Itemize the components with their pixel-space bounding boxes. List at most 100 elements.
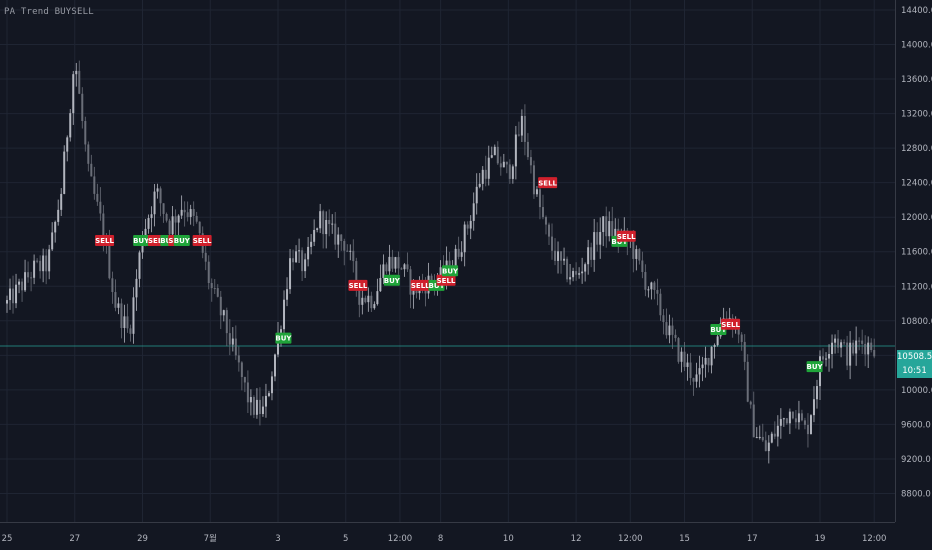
candle (162, 203, 165, 223)
candle (599, 217, 602, 259)
candle (78, 60, 81, 95)
candle (861, 329, 864, 354)
candle (36, 258, 39, 264)
candle (87, 141, 90, 172)
candle (554, 238, 557, 266)
candle (406, 252, 409, 273)
time-axis-labels[interactable]: 25 27 29 7월 3 5 12:00 8 10 12 12:00 15 17 19 12:00 (2, 533, 887, 544)
candle (758, 425, 761, 440)
price-tick-label: 10800.0 (901, 317, 932, 327)
sell-signal-label: SELL (410, 279, 430, 291)
candle (9, 278, 12, 310)
candle (54, 220, 57, 243)
candle (650, 281, 653, 300)
price-tick-label: 14400.0 (901, 6, 932, 16)
candle (800, 409, 803, 422)
candle (352, 239, 355, 273)
candle (484, 155, 487, 187)
candle (270, 371, 273, 401)
candle (785, 418, 788, 425)
candle (42, 248, 45, 283)
candle (222, 309, 225, 322)
candle (831, 334, 834, 369)
time-tick-label: 3 (275, 534, 280, 544)
candle (379, 264, 382, 292)
candle (267, 390, 270, 398)
sell-signal-label: SELL (95, 235, 114, 247)
candle (855, 326, 858, 366)
candle (286, 277, 289, 307)
candle (129, 324, 132, 342)
candle (15, 273, 18, 309)
candle (677, 336, 680, 364)
svg-text:SELL: SELL (411, 282, 430, 290)
candle (653, 280, 656, 300)
candle (505, 161, 508, 174)
candle (791, 411, 794, 420)
candle (806, 413, 809, 448)
candle (469, 215, 472, 240)
candle (584, 262, 587, 282)
sell-signal-label: SELL (721, 318, 740, 330)
candle (117, 297, 120, 315)
candle (292, 249, 295, 271)
sell-signal-label: SELL (616, 230, 636, 242)
candle (707, 357, 710, 373)
candle (174, 209, 177, 237)
candle (701, 356, 704, 382)
svg-text:BUY: BUY (384, 277, 401, 285)
price-chart[interactable]: SELL BUYSELL BUY SELLBUYSELLBUYSELLBUYSELLB… (0, 0, 932, 550)
candle (532, 160, 535, 199)
price-tick-label: 11600.0 (901, 248, 932, 258)
candle (529, 149, 532, 174)
candle (698, 355, 701, 388)
candle (593, 218, 596, 272)
candle (770, 431, 773, 444)
candle (391, 249, 394, 273)
candle (674, 329, 677, 342)
price-tick-label: 13600.0 (901, 75, 932, 85)
candle (84, 116, 87, 152)
candle (481, 166, 484, 191)
candle (316, 227, 319, 233)
candle (6, 295, 8, 313)
candle (493, 144, 496, 156)
candle (295, 245, 298, 263)
candle (63, 145, 66, 195)
candle (779, 408, 782, 439)
svg-text:BUY: BUY (807, 363, 824, 371)
candle (797, 400, 800, 430)
candle (66, 135, 69, 162)
candle (638, 248, 641, 265)
price-tick-label: 11200.0 (901, 282, 932, 292)
price-tick-label: 12400.0 (901, 179, 932, 189)
indicator-title[interactable]: PA Trend BUYSELL (4, 7, 94, 17)
candle (647, 286, 650, 298)
candle (261, 396, 264, 417)
candle (846, 335, 849, 371)
candle (96, 183, 99, 206)
candle (873, 338, 876, 359)
candle (803, 417, 806, 430)
candle (132, 287, 135, 344)
time-tick-label: 12:00 (862, 534, 887, 544)
candle (150, 206, 153, 233)
candle (520, 109, 523, 143)
svg-text:SELL: SELL (349, 282, 368, 290)
candle (264, 383, 267, 418)
candle (301, 247, 304, 281)
sell-signal-label: SELL (192, 235, 212, 247)
candle (283, 290, 286, 338)
candle (237, 346, 240, 372)
candle (45, 249, 48, 285)
candle (581, 257, 584, 284)
price-tick-label: 12800.0 (901, 144, 932, 154)
candle (289, 249, 292, 294)
candle (99, 187, 102, 221)
candle (385, 262, 388, 275)
candle (644, 264, 647, 297)
price-axis-labels[interactable]: 8800.09200.09600.010000.010400.010800.01… (901, 6, 932, 500)
candle (204, 243, 207, 271)
candle (255, 388, 258, 419)
candle (665, 308, 668, 339)
